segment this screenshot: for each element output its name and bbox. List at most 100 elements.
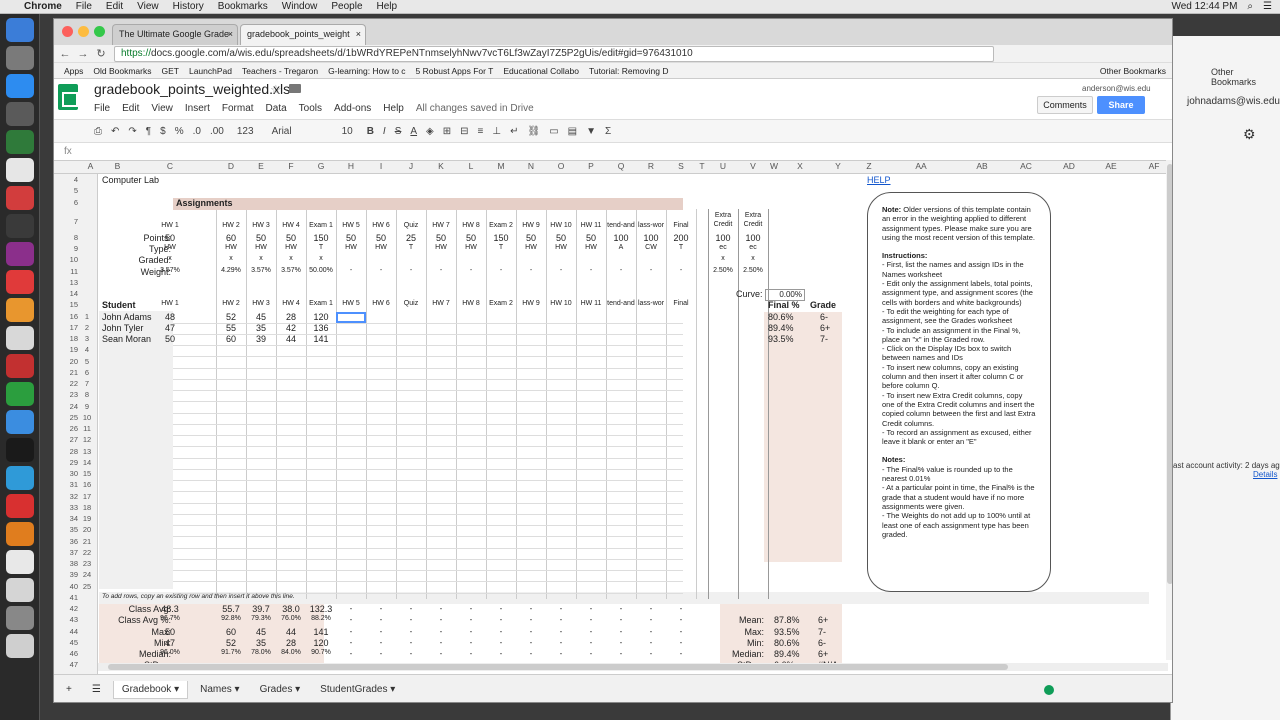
row-header[interactable]: 25 <box>54 413 78 422</box>
row-header[interactable]: 18 <box>54 334 78 343</box>
row-header[interactable]: 32 <box>54 492 78 501</box>
student-score[interactable]: 136 <box>306 323 336 333</box>
row-header[interactable]: 20 <box>54 357 78 366</box>
assignment-type[interactable]: HW <box>456 244 486 251</box>
row-header[interactable]: 11 <box>54 267 78 276</box>
row-header[interactable]: 39 <box>54 570 78 579</box>
dock-app-icon[interactable] <box>6 158 34 182</box>
column-header[interactable]: N <box>516 161 546 171</box>
assignment-type[interactable]: T <box>486 244 516 251</box>
browser-tab-2[interactable]: gradebook_points_weight × <box>240 24 366 45</box>
assignment-name[interactable]: HW 8 <box>456 222 486 229</box>
row-header[interactable]: 43 <box>54 615 78 624</box>
assignment-graded[interactable]: x <box>216 255 246 262</box>
comment-icon[interactable]: ▭ <box>549 126 558 137</box>
extra-credit-points[interactable]: 100 <box>708 233 738 243</box>
column-header[interactable]: C <box>124 161 216 171</box>
currency-icon[interactable]: $ <box>160 126 166 137</box>
assignment-type[interactable]: CW <box>636 244 666 251</box>
sheets-logo-icon[interactable] <box>58 84 78 110</box>
account-email[interactable]: anderson@wis.edu <box>1082 84 1151 93</box>
dock-app-icon[interactable] <box>6 550 34 574</box>
assignment-points[interactable]: 50 <box>366 233 396 243</box>
dock-app-icon[interactable] <box>6 130 34 154</box>
column-header[interactable]: M <box>486 161 516 171</box>
other-bookmarks-bg[interactable]: Other Bookmarks <box>1211 67 1280 87</box>
menubar-app-name[interactable]: Chrome <box>24 1 62 12</box>
row-header[interactable]: 34 <box>54 514 78 523</box>
doc-title[interactable]: gradebook_points_weighted.xls <box>94 81 290 97</box>
borders-icon[interactable]: ⊞ <box>443 126 451 137</box>
doc-menu-file[interactable]: File <box>94 103 110 114</box>
assignment-type[interactable]: HW <box>516 244 546 251</box>
row-header[interactable]: 5 <box>54 186 78 195</box>
percent-icon[interactable]: % <box>175 126 184 137</box>
dock-app-icon[interactable] <box>6 494 34 518</box>
assignment-graded[interactable]: x <box>306 255 336 262</box>
extra-credit-name[interactable]: Extra Credit <box>738 211 768 229</box>
row-header[interactable]: 19 <box>54 345 78 354</box>
font-dropdown[interactable]: Arial <box>268 126 328 137</box>
column-header[interactable]: AB <box>960 161 1004 171</box>
dock-app-icon[interactable] <box>6 606 34 630</box>
menubar-item-view[interactable]: View <box>137 1 159 12</box>
column-header[interactable]: AE <box>1090 161 1132 171</box>
add-sheet-icon[interactable]: + <box>58 681 80 698</box>
sheet-tab[interactable]: StudentGrades ▾ <box>312 681 403 699</box>
dock-app-icon[interactable] <box>6 186 34 210</box>
menubar-item-people[interactable]: People <box>331 1 362 12</box>
back-icon[interactable]: ← <box>58 48 72 60</box>
assignment-graded[interactable]: x <box>276 255 306 262</box>
undo-icon[interactable]: ↶ <box>111 126 119 137</box>
assignment-type[interactable]: A <box>606 244 636 251</box>
assignment-name[interactable]: HW 3 <box>246 222 276 229</box>
column-header[interactable]: S <box>666 161 696 171</box>
menubar-item-bookmarks[interactable]: Bookmarks <box>218 1 268 12</box>
sheet-tab[interactable]: Gradebook ▾ <box>112 680 189 699</box>
number-format-dropdown[interactable]: 123 <box>233 126 258 137</box>
assignment-type[interactable]: HW <box>124 244 216 251</box>
bookmark-item[interactable]: Tutorial: Removing D <box>589 66 669 76</box>
link-icon[interactable]: ⛓ <box>527 126 540 137</box>
dock-app-icon[interactable] <box>6 46 34 70</box>
column-header[interactable]: Q <box>606 161 636 171</box>
browser-tab-1[interactable]: The Ultimate Google Grade × <box>112 24 238 45</box>
assignment-points[interactable]: 50 <box>456 233 486 243</box>
spreadsheet-grid[interactable]: A B C D E F G H I J K L M N O P Q R S T U V W X Y Z AA AB AC AD AE AF 4… <box>54 161 1172 674</box>
column-header[interactable]: G <box>306 161 336 171</box>
decimal-increase-icon[interactable]: .00 <box>210 126 224 137</box>
column-header[interactable]: J <box>396 161 426 171</box>
vertical-scrollbar[interactable] <box>1166 160 1172 660</box>
details-link[interactable]: Details <box>1253 470 1277 479</box>
doc-menu-format[interactable]: Format <box>222 103 254 114</box>
dock-app-icon[interactable] <box>6 214 34 238</box>
dock-app-icon[interactable] <box>6 438 34 462</box>
row-header[interactable]: 45 <box>54 638 78 647</box>
fill-color-icon[interactable]: ◈ <box>426 126 434 137</box>
assignment-points[interactable]: 150 <box>486 233 516 243</box>
assignment-name[interactable]: HW 11 <box>576 222 606 229</box>
row-header[interactable]: 36 <box>54 537 78 546</box>
assignment-points[interactable]: 50 <box>336 233 366 243</box>
menubar-item-help[interactable]: Help <box>377 1 398 12</box>
assignment-type[interactable]: HW <box>576 244 606 251</box>
star-icon[interactable]: ☆ <box>270 82 282 98</box>
assignment-type[interactable]: HW <box>276 244 306 251</box>
column-header[interactable]: T <box>696 161 708 171</box>
column-header[interactable]: V <box>738 161 768 171</box>
assignment-type[interactable]: HW <box>366 244 396 251</box>
extra-credit-type[interactable]: ec <box>708 244 738 251</box>
assignment-points[interactable]: 50 <box>276 233 306 243</box>
row-header[interactable]: 14 <box>54 289 78 298</box>
bookmark-item[interactable]: Educational Collabo <box>503 66 579 76</box>
column-header[interactable]: I <box>366 161 396 171</box>
column-header[interactable]: AA <box>882 161 960 171</box>
assignment-name[interactable]: Final <box>666 222 696 229</box>
row-header[interactable]: 38 <box>54 559 78 568</box>
assignment-name[interactable]: HW 9 <box>516 222 546 229</box>
student-score[interactable]: 52 <box>216 312 246 322</box>
comments-button[interactable]: Comments <box>1037 96 1093 114</box>
student-score[interactable]: 39 <box>246 334 276 344</box>
bookmark-item[interactable]: Old Bookmarks <box>93 66 151 76</box>
column-header[interactable]: W <box>768 161 780 171</box>
